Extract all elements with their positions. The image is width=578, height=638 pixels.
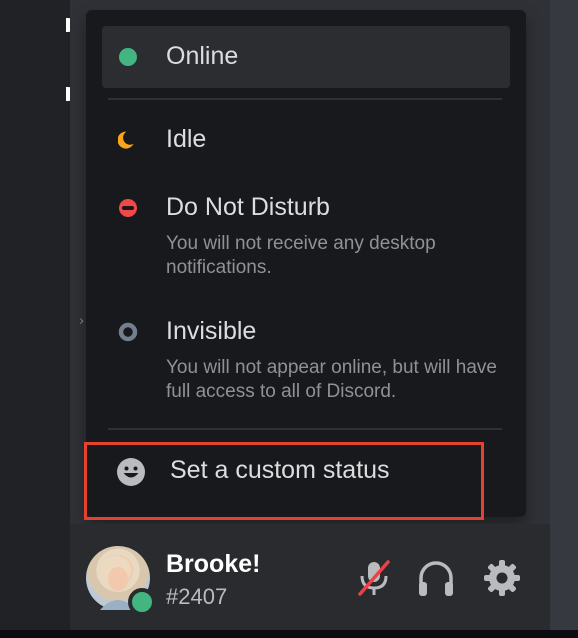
online-dot-icon [119, 48, 137, 66]
annotation-highlight [84, 442, 484, 520]
status-option-invisible[interactable]: Invisible You will not appear online, bu… [102, 304, 510, 414]
status-label: Online [166, 42, 239, 70]
status-description: You will not appear online, but will hav… [166, 357, 497, 402]
server-rail [0, 0, 75, 638]
status-label: Invisible [166, 317, 257, 345]
status-label: Do Not Disturb [166, 193, 330, 221]
idle-moon-icon [118, 131, 134, 149]
bottom-edge [0, 630, 578, 638]
divider [108, 98, 502, 100]
divider [108, 428, 502, 430]
headphones-icon[interactable] [414, 556, 458, 600]
status-description: You will not receive any desktop notific… [166, 233, 436, 278]
status-option-idle[interactable]: Idle [102, 110, 510, 170]
status-option-online[interactable]: Online [102, 26, 510, 88]
chat-area-edge [550, 0, 578, 638]
invisible-ring-icon [118, 322, 138, 342]
status-popout: Online Idle Do Not Disturb You will not … [86, 10, 526, 517]
settings-gear-icon[interactable] [480, 556, 524, 600]
user-panel: Brooke! #2407 [70, 524, 550, 630]
username: Brooke! [166, 550, 261, 578]
mute-microphone-icon[interactable] [352, 556, 396, 600]
chevron-right-icon: › [79, 314, 85, 329]
status-label: Idle [166, 125, 207, 153]
dnd-icon [119, 199, 137, 217]
online-status-indicator [128, 588, 156, 616]
discriminator: #2407 [166, 584, 228, 609]
status-option-dnd[interactable]: Do Not Disturb You will not receive any … [102, 180, 510, 290]
